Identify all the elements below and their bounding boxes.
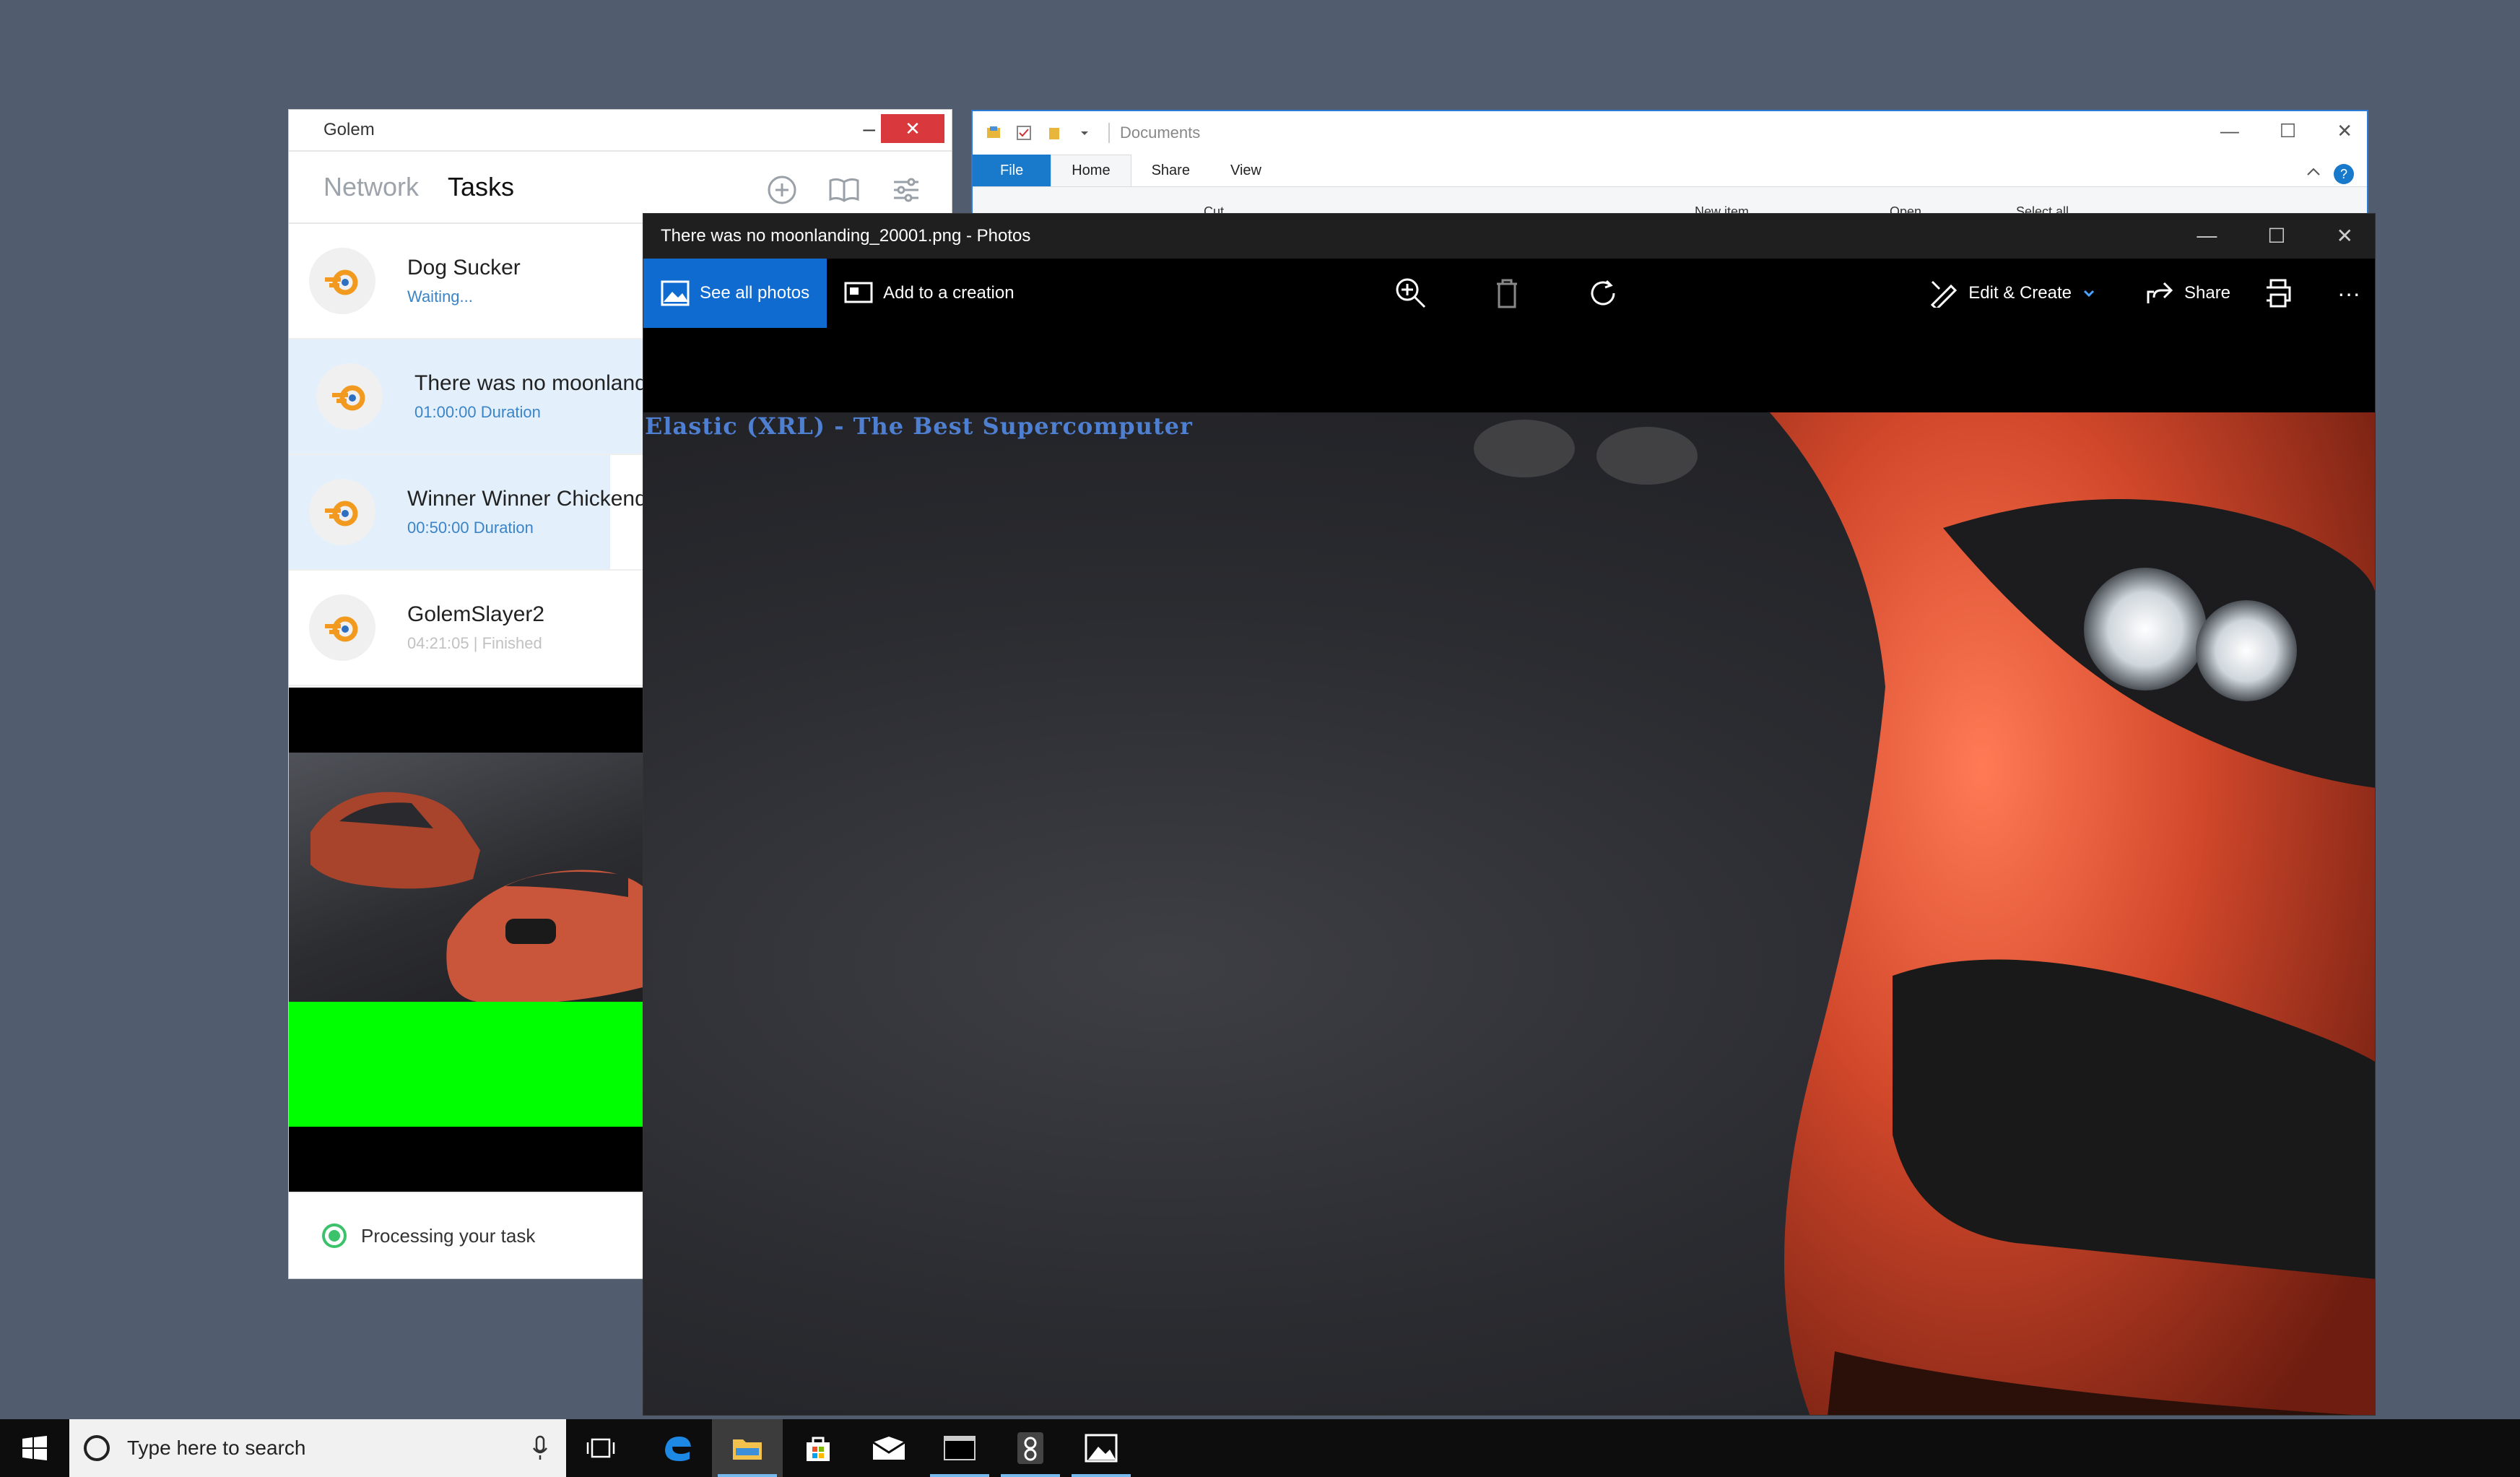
blender-icon xyxy=(309,248,375,314)
collapse-ribbon-icon[interactable] xyxy=(2305,163,2322,184)
mail-icon[interactable] xyxy=(853,1419,924,1477)
tab-share[interactable]: Share xyxy=(1131,155,1210,186)
green-block xyxy=(289,1002,643,1127)
task-status: 01:00:00 Duration xyxy=(414,403,541,421)
task-view-icon xyxy=(586,1438,615,1458)
tab-view[interactable]: View xyxy=(1210,155,1282,186)
status-text: Processing your task xyxy=(361,1224,536,1247)
photos-toolbar: See all photos Add to a creation Edit & … xyxy=(643,259,2375,328)
explorer-titlebar: Documents — ☐ ✕ xyxy=(973,111,2367,155)
taskbar-apps xyxy=(641,1419,1137,1477)
minimize-icon[interactable]: — xyxy=(2220,120,2239,142)
task-view-button[interactable] xyxy=(566,1419,635,1477)
task-status: 00:50:00 Duration xyxy=(407,519,534,537)
add-task-icon[interactable] xyxy=(765,173,799,207)
cortana-icon xyxy=(84,1435,110,1461)
minimize-icon[interactable]: – xyxy=(863,117,875,142)
ribbon-body: Cut New item Open Select all xyxy=(973,186,2367,215)
new-folder-icon[interactable] xyxy=(1046,125,1062,141)
checkbox-icon[interactable] xyxy=(1016,125,1032,141)
photos-title: There was no moonlanding_20001.png - Pho… xyxy=(661,226,1031,246)
blender-icon xyxy=(309,594,375,661)
print-icon[interactable] xyxy=(2262,277,2294,309)
maximize-icon[interactable]: ☐ xyxy=(2280,120,2296,142)
tab-network[interactable]: Network xyxy=(323,172,419,202)
docs-book-icon[interactable] xyxy=(827,173,861,207)
add-to-creation-label: Add to a creation xyxy=(883,283,1014,303)
tab-tasks[interactable]: Tasks xyxy=(448,172,514,202)
photo-viewer-image: Elastic (XRL) - The Best Supercomputer xyxy=(643,412,2375,1415)
ribbon-tabs: File Home Share View xyxy=(973,155,2367,186)
delete-icon[interactable] xyxy=(1493,277,1521,310)
see-all-photos-label: See all photos xyxy=(700,283,810,303)
close-icon[interactable]: ✕ xyxy=(2337,120,2352,142)
golem-titlebar: Golem – ✕ xyxy=(289,110,952,152)
zoom-in-icon[interactable] xyxy=(1394,277,1428,310)
windows-logo-icon xyxy=(22,1436,47,1460)
share-icon xyxy=(2147,282,2173,303)
title-separator xyxy=(1108,123,1110,143)
share-button[interactable]: Share xyxy=(2128,259,2248,328)
photos-window-controls: — ☐ ✕ xyxy=(2197,224,2353,248)
status-indicator-icon xyxy=(322,1223,347,1248)
ribbon-right-controls: ? xyxy=(2305,163,2354,184)
quick-access-toolbar xyxy=(986,125,1092,141)
blender-icon xyxy=(316,363,383,430)
golem-icon[interactable] xyxy=(995,1419,1066,1477)
search-placeholder: Type here to search xyxy=(127,1437,306,1459)
microphone-icon[interactable] xyxy=(531,1435,549,1461)
file-explorer-window: Documents — ☐ ✕ File Home Share View ? C… xyxy=(971,110,2368,217)
golem-tools xyxy=(765,173,923,207)
edit-create-button[interactable]: Edit & Create xyxy=(1912,259,2113,328)
taskbar: Type here to search xyxy=(0,1419,2520,1477)
explorer-window-controls: — ☐ ✕ xyxy=(2220,120,2352,142)
close-icon[interactable]: ✕ xyxy=(881,114,944,143)
task-name: Dog Sucker xyxy=(407,256,521,280)
edit-create-icon xyxy=(1931,280,1958,308)
photos-window: There was no moonlanding_20001.png - Pho… xyxy=(643,213,2376,1416)
file-explorer-icon[interactable] xyxy=(712,1419,783,1477)
blender-icon xyxy=(309,479,375,545)
more-options-icon[interactable]: ··· xyxy=(2337,280,2360,307)
minimize-icon[interactable]: — xyxy=(2197,224,2217,248)
photo-tools xyxy=(1394,259,1620,328)
close-icon[interactable]: ✕ xyxy=(2337,224,2353,248)
golem-title: Golem xyxy=(323,120,375,139)
task-status: Waiting... xyxy=(407,287,473,306)
render-preview xyxy=(289,688,643,1193)
taskbar-search-box[interactable]: Type here to search xyxy=(69,1419,566,1477)
settings-sliders-icon[interactable] xyxy=(890,173,923,207)
add-creation-icon xyxy=(844,282,873,303)
tab-home[interactable]: Home xyxy=(1051,155,1131,186)
folder-properties-icon[interactable] xyxy=(986,125,1002,141)
store-icon[interactable] xyxy=(783,1419,853,1477)
task-name: Winner Winner Chickendi xyxy=(407,487,652,511)
photo-gallery-icon xyxy=(661,280,690,306)
photos-icon[interactable] xyxy=(1066,1419,1137,1477)
edge-icon[interactable] xyxy=(641,1419,712,1477)
explorer-title: Documents xyxy=(1120,124,1201,142)
maximize-icon[interactable]: ☐ xyxy=(2267,224,2285,248)
start-button[interactable] xyxy=(0,1419,69,1477)
dropdown-arrow-icon[interactable] xyxy=(1077,125,1092,141)
see-all-photos-button[interactable]: See all photos xyxy=(643,259,827,328)
task-name: GolemSlayer2 xyxy=(407,602,545,626)
render-thumbnail xyxy=(289,753,643,1002)
chevron-down-icon xyxy=(2083,290,2095,298)
tab-file[interactable]: File xyxy=(973,155,1051,186)
photos-titlebar: There was no moonlanding_20001.png - Pho… xyxy=(643,214,2375,259)
edit-create-label: Edit & Create xyxy=(1968,283,2072,303)
photos-right-tools: Edit & Create Share ··· xyxy=(1912,259,2360,328)
share-label: Share xyxy=(2184,283,2231,303)
task-name: There was no moonland xyxy=(414,371,647,395)
watermark-text: Elastic (XRL) - The Best Supercomputer xyxy=(645,412,1193,440)
help-icon[interactable]: ? xyxy=(2334,163,2354,184)
task-status: 04:21:05 | Finished xyxy=(407,634,542,652)
add-to-creation-button[interactable]: Add to a creation xyxy=(827,259,1031,328)
rotate-icon[interactable] xyxy=(1586,277,1620,310)
terminal-icon[interactable] xyxy=(924,1419,995,1477)
